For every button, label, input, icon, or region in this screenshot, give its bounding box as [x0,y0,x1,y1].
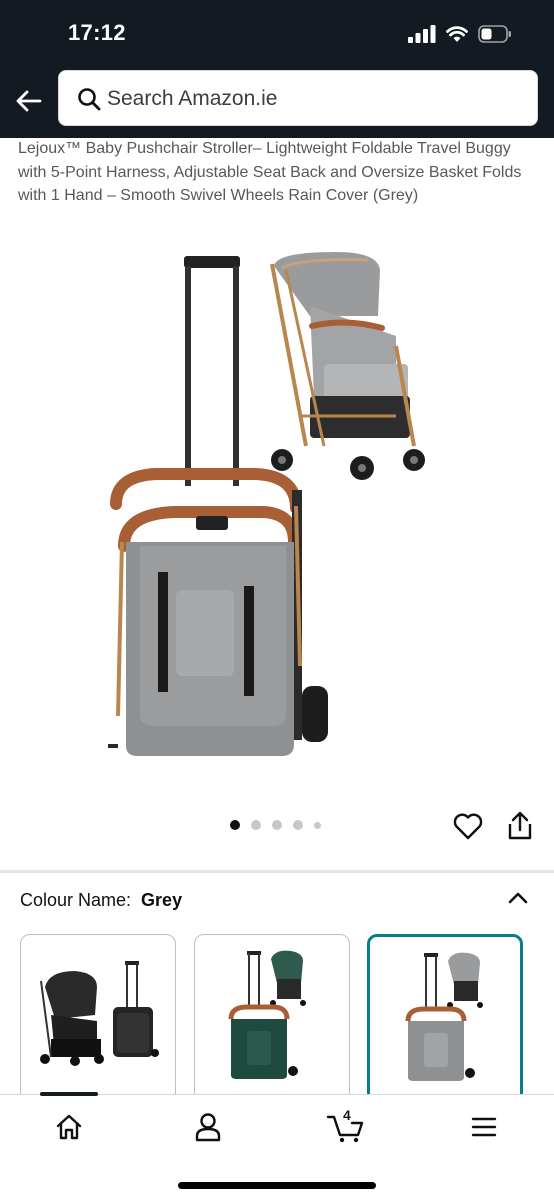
chevron-up-icon[interactable] [507,888,529,906]
carousel-dot[interactable] [251,820,261,830]
home-indicator [178,1182,376,1189]
colour-name-row: Colour Name: Grey [20,890,182,911]
signal-icon [408,25,436,43]
colour-value: Grey [141,890,183,910]
colour-swatch-black[interactable] [20,934,176,1104]
nav-home[interactable] [47,1109,91,1145]
nav-account[interactable] [186,1109,230,1145]
colour-label: Colour Name: [20,890,132,910]
carousel-dot[interactable] [293,820,303,830]
battery-icon [478,25,511,43]
stroller-unfolded-illustration [270,252,425,480]
wifi-icon [446,26,468,42]
menu-icon [471,1117,497,1137]
colour-swatch-green[interactable] [194,934,350,1104]
nav-cart[interactable]: 4 [324,1107,368,1145]
status-icons [408,22,512,46]
swatch-image [405,952,483,1081]
active-tab-indicator [40,1092,98,1096]
search-icon [78,88,101,111]
app-header: 17:12 [0,0,554,138]
account-icon [195,1113,221,1142]
nav-menu[interactable] [462,1109,506,1145]
share-icon[interactable] [505,810,535,842]
product-image[interactable] [96,246,446,776]
status-time: 17:12 [68,20,126,45]
arrow-left-icon[interactable] [14,86,44,116]
carousel-dot[interactable] [272,820,282,830]
heart-icon[interactable] [452,810,484,842]
home-icon [56,1114,82,1140]
section-divider [0,870,554,873]
search-input[interactable] [107,71,527,127]
cart-count-badge: 4 [343,1107,351,1123]
swatch-image [228,950,306,1079]
stroller-folded-illustration [108,256,328,756]
search-bar[interactable] [58,70,538,127]
carousel-dots[interactable] [230,820,321,830]
carousel-dot[interactable] [314,821,321,829]
colour-swatch-grey[interactable] [367,934,523,1104]
carousel-dot[interactable] [230,820,240,830]
swatch-image [40,961,159,1066]
product-title[interactable]: Lejoux™ Baby Pushchair Stroller– Lightwe… [18,137,534,208]
